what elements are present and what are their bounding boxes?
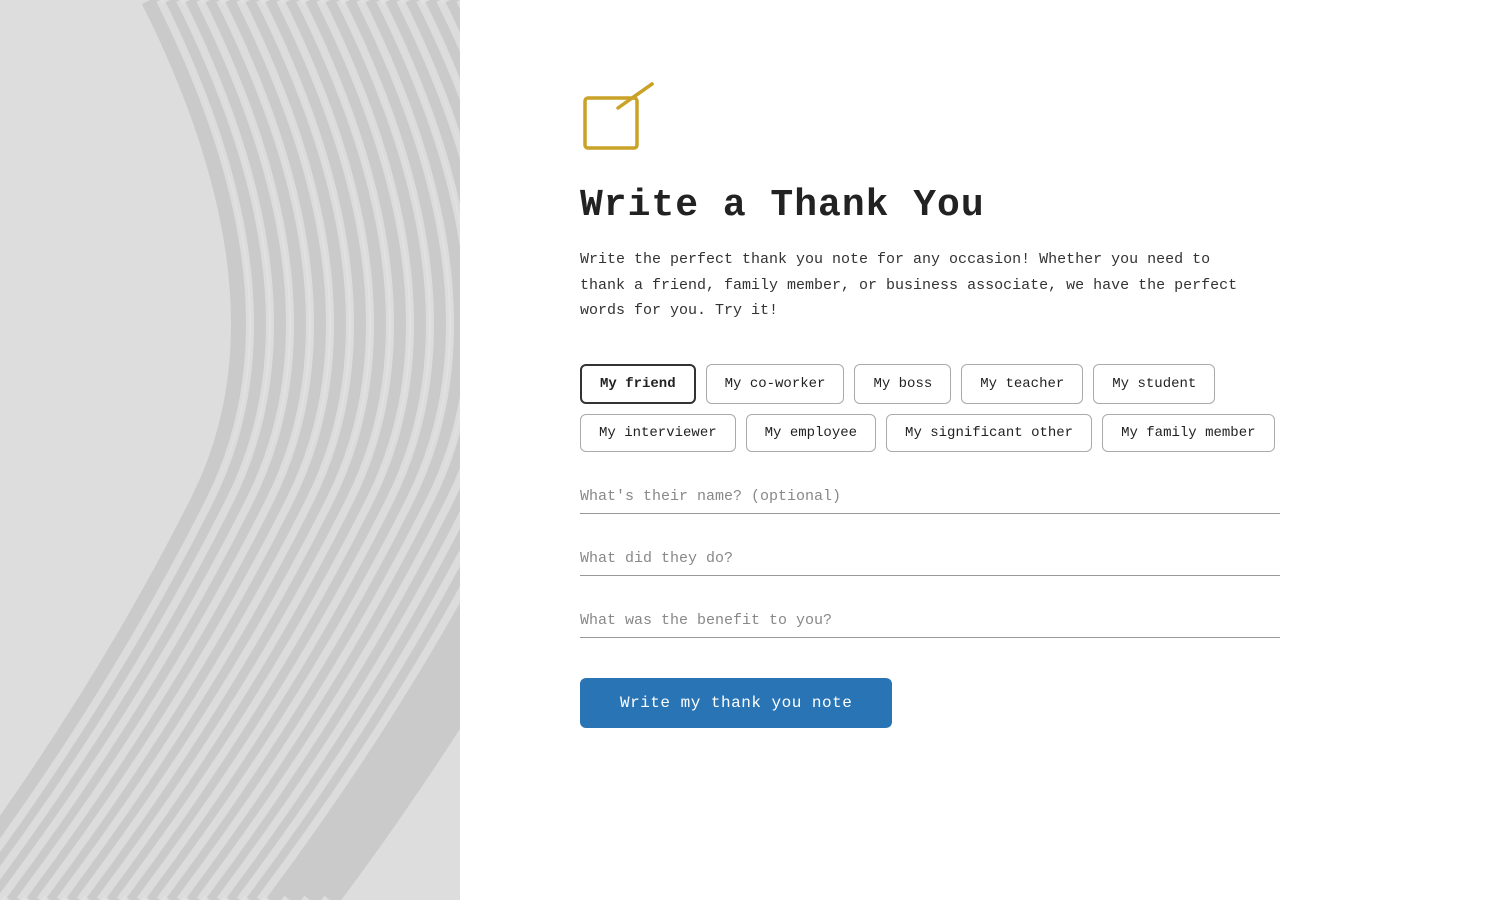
left-decorative-panel xyxy=(0,0,460,900)
form-section: Write my thank you note xyxy=(580,480,1280,728)
main-content-panel: Write a Thank You Write the perfect than… xyxy=(460,0,1500,900)
name-input[interactable] xyxy=(580,480,1280,514)
name-field-wrapper xyxy=(580,480,1280,514)
page-description: Write the perfect thank you note for any… xyxy=(580,247,1260,324)
benefit-field-wrapper xyxy=(580,604,1280,638)
app-icon xyxy=(580,80,1440,160)
recipient-btn-family-member[interactable]: My family member xyxy=(1102,414,1274,452)
benefit-input[interactable] xyxy=(580,604,1280,638)
recipient-btn-significant-other[interactable]: My significant other xyxy=(886,414,1092,452)
recipient-btn-student[interactable]: My student xyxy=(1093,364,1215,404)
what-did-field-wrapper xyxy=(580,542,1280,576)
recipient-btn-coworker[interactable]: My co-worker xyxy=(706,364,845,404)
recipient-btn-boss[interactable]: My boss xyxy=(854,364,951,404)
recipient-btn-employee[interactable]: My employee xyxy=(746,414,876,452)
recipient-btn-teacher[interactable]: My teacher xyxy=(961,364,1083,404)
what-did-input[interactable] xyxy=(580,542,1280,576)
recipient-btn-interviewer[interactable]: My interviewer xyxy=(580,414,736,452)
submit-button[interactable]: Write my thank you note xyxy=(580,678,892,728)
recipient-button-group-2: My interviewer My employee My significan… xyxy=(580,414,1280,452)
recipient-button-group: My friend My co-worker My boss My teache… xyxy=(580,364,1280,404)
recipient-btn-friend[interactable]: My friend xyxy=(580,364,696,404)
page-title: Write a Thank You xyxy=(580,184,1440,227)
